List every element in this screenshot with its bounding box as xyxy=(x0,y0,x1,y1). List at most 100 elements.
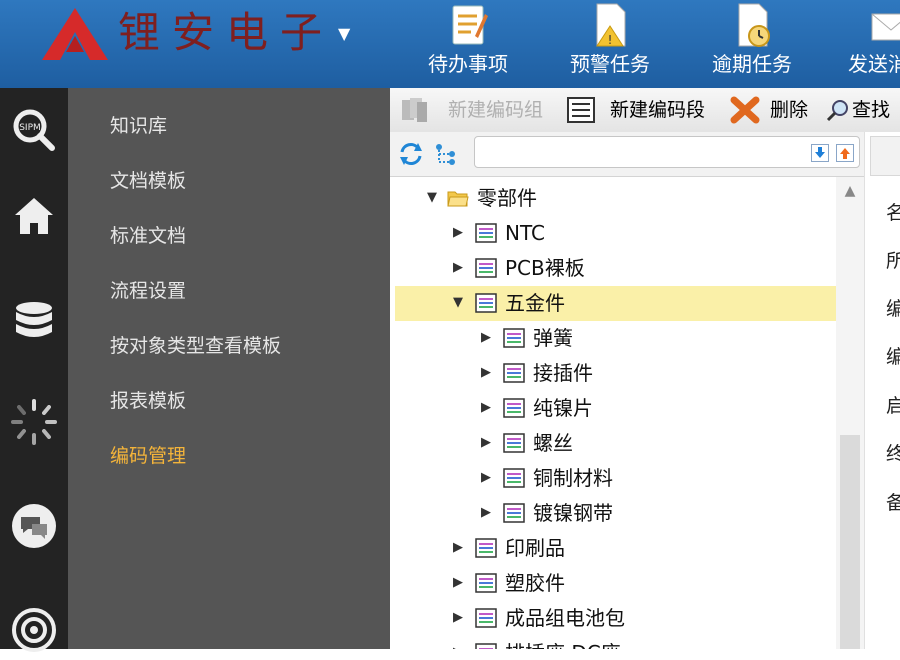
tree-node-label: 零部件 xyxy=(477,186,537,210)
logo-icon xyxy=(42,8,108,60)
chat-button[interactable] xyxy=(0,496,68,556)
code-segment-icon xyxy=(475,643,497,649)
code-segment-icon xyxy=(503,398,525,418)
database-button[interactable] xyxy=(0,292,68,352)
collapsed-arrow-icon[interactable]: ▶ xyxy=(453,540,465,556)
collapsed-arrow-icon[interactable]: ▶ xyxy=(481,330,493,346)
side-menu: 知识库 文档模板 标准文档 流程设置 按对象类型查看模板 报表模板 编码管理 xyxy=(68,88,390,649)
tree-node-battery-pack[interactable]: ▶ 成品组电池包 xyxy=(395,601,836,636)
tree-node-label: 成品组电池包 xyxy=(505,606,625,630)
code-segment-icon xyxy=(503,328,525,348)
svg-text:SIPM: SIPM xyxy=(19,123,41,133)
code-segment-icon xyxy=(503,503,525,523)
nav-send-message[interactable]: 发送消 xyxy=(840,2,900,86)
tree-node-label: 弹簧 xyxy=(533,326,573,350)
menu-item-code-management[interactable]: 编码管理 xyxy=(110,434,186,478)
warning-task-icon: ! xyxy=(596,3,626,47)
nav-warning-task[interactable]: ! 预警任务 xyxy=(555,2,665,86)
collapsed-arrow-icon[interactable]: ▶ xyxy=(453,225,465,241)
tree-node-spring[interactable]: ▶ 弹簧 xyxy=(395,321,836,356)
delete-button[interactable]: 删除 xyxy=(730,88,818,132)
tree-node-plastic-parts[interactable]: ▶ 塑胶件 xyxy=(395,566,836,601)
folder-open-icon xyxy=(447,191,469,207)
menu-item-document-template[interactable]: 文档模板 xyxy=(110,159,186,203)
code-segment-icon xyxy=(503,433,525,453)
collapsed-arrow-icon[interactable]: ▶ xyxy=(453,575,465,591)
expanded-arrow-icon[interactable]: ▼ xyxy=(453,295,465,311)
scrollbar-thumb[interactable] xyxy=(840,435,860,649)
scroll-up-arrow-icon[interactable]: ▲ xyxy=(836,177,864,205)
collapsed-arrow-icon[interactable]: ▶ xyxy=(453,260,465,276)
sipm-search-icon: SIPM xyxy=(13,109,55,151)
tree-node-label: 铜制材料 xyxy=(533,466,613,490)
find-button[interactable]: 查找 xyxy=(826,88,900,132)
collapsed-arrow-icon[interactable]: ▶ xyxy=(481,400,493,416)
collapsed-arrow-icon[interactable]: ▶ xyxy=(481,505,493,521)
tree-node-nickel-sheet[interactable]: ▶ 纯镍片 xyxy=(395,391,836,426)
search-up-button[interactable] xyxy=(836,144,854,162)
code-segment-icon xyxy=(475,573,497,593)
refresh-icon[interactable] xyxy=(398,142,424,166)
menu-item-knowledge-base[interactable]: 知识库 xyxy=(110,104,167,148)
magnifier-icon xyxy=(826,100,848,122)
home-icon xyxy=(15,198,53,234)
toolbar-label: 新建编码段 xyxy=(610,99,706,121)
tree-node-socket-dc[interactable]: ▶ 排插座 DC座 xyxy=(395,636,836,649)
tree-node-connector[interactable]: ▶ 接插件 xyxy=(395,356,836,391)
tree-node-label: 螺丝 xyxy=(533,431,573,455)
tree-node-label: 五金件 xyxy=(505,291,565,315)
menu-item-report-template[interactable]: 报表模板 xyxy=(110,379,186,423)
tree-node-pcb[interactable]: ▶ PCB裸板 xyxy=(395,251,836,286)
icon-sidebar xyxy=(0,88,68,649)
collapsed-arrow-icon[interactable]: ▶ xyxy=(453,610,465,626)
home-button[interactable] xyxy=(0,186,68,246)
tree-node-copper-material[interactable]: ▶ 铜制材料 xyxy=(395,461,836,496)
detail-tab[interactable] xyxy=(870,136,900,176)
arrow-up-icon xyxy=(840,148,850,159)
code-segment-icon xyxy=(503,468,525,488)
arrow-down-icon xyxy=(815,147,825,158)
collapsed-arrow-icon[interactable]: ▶ xyxy=(453,645,465,649)
collapsed-arrow-icon[interactable]: ▶ xyxy=(481,365,493,381)
broadcast-button[interactable] xyxy=(0,600,68,660)
broadcast-icon xyxy=(12,608,56,652)
loading-button[interactable] xyxy=(0,392,68,452)
tree-node-label: 接插件 xyxy=(533,361,593,385)
expanded-arrow-icon[interactable]: ▼ xyxy=(427,190,439,206)
tree-node-label: NTC xyxy=(505,221,545,245)
menu-item-standard-document[interactable]: 标准文档 xyxy=(110,214,186,258)
nav-label: 发送消 xyxy=(848,52,900,76)
code-group-icon xyxy=(402,98,427,122)
new-code-group-button[interactable]: 新建编码组 xyxy=(400,88,550,132)
new-code-segment-button[interactable]: 新建编码段 xyxy=(566,88,716,132)
field-label: 编 xyxy=(886,298,900,320)
tree-node-hardware[interactable]: ▼ 五金件 xyxy=(395,286,836,321)
nav-overdue-task[interactable]: 逾期任务 xyxy=(697,2,807,86)
toolbar-label: 查找 xyxy=(852,99,891,121)
loading-spinner-icon xyxy=(11,399,57,445)
sipm-search-button[interactable]: SIPM xyxy=(0,100,68,160)
tree-node-ntc[interactable]: ▶ NTC xyxy=(395,216,836,251)
chevron-down-icon[interactable]: ▼ xyxy=(338,24,350,43)
code-tree: ▼ 零部件 ▶ NTC ▶ PCB裸板 ▼ 五金件 ▶ 弹簧 ▶ 接插件 ▶ 纯… xyxy=(395,177,836,649)
menu-item-workflow-settings[interactable]: 流程设置 xyxy=(110,269,186,313)
toolbar-label: 新建编码组 xyxy=(448,99,544,121)
tree-node-parts[interactable]: ▼ 零部件 xyxy=(395,181,836,216)
collapsed-arrow-icon[interactable]: ▶ xyxy=(481,435,493,451)
send-mail-icon xyxy=(871,13,900,41)
code-segment-icon xyxy=(475,538,497,558)
delete-x-icon xyxy=(730,96,760,124)
toolbar: 新建编码组 新建编码段 删除 查找 xyxy=(390,88,900,133)
menu-item-template-by-object-type[interactable]: 按对象类型查看模板 xyxy=(110,324,281,368)
tree-node-label: 镀镍钢带 xyxy=(533,501,613,525)
nav-todo[interactable]: 待办事项 xyxy=(413,2,523,86)
search-down-button[interactable] xyxy=(811,144,829,162)
tree-search-input[interactable] xyxy=(474,136,860,168)
tree-node-printed-matter[interactable]: ▶ 印刷品 xyxy=(395,531,836,566)
tree-node-screw[interactable]: ▶ 螺丝 xyxy=(395,426,836,461)
tree-structure-icon[interactable] xyxy=(434,142,460,166)
tree-node-nickel-steel-strip[interactable]: ▶ 镀镍钢带 xyxy=(395,496,836,531)
collapsed-arrow-icon[interactable]: ▶ xyxy=(481,470,493,486)
nav-label: 预警任务 xyxy=(570,52,650,76)
field-label: 备 xyxy=(886,492,900,514)
